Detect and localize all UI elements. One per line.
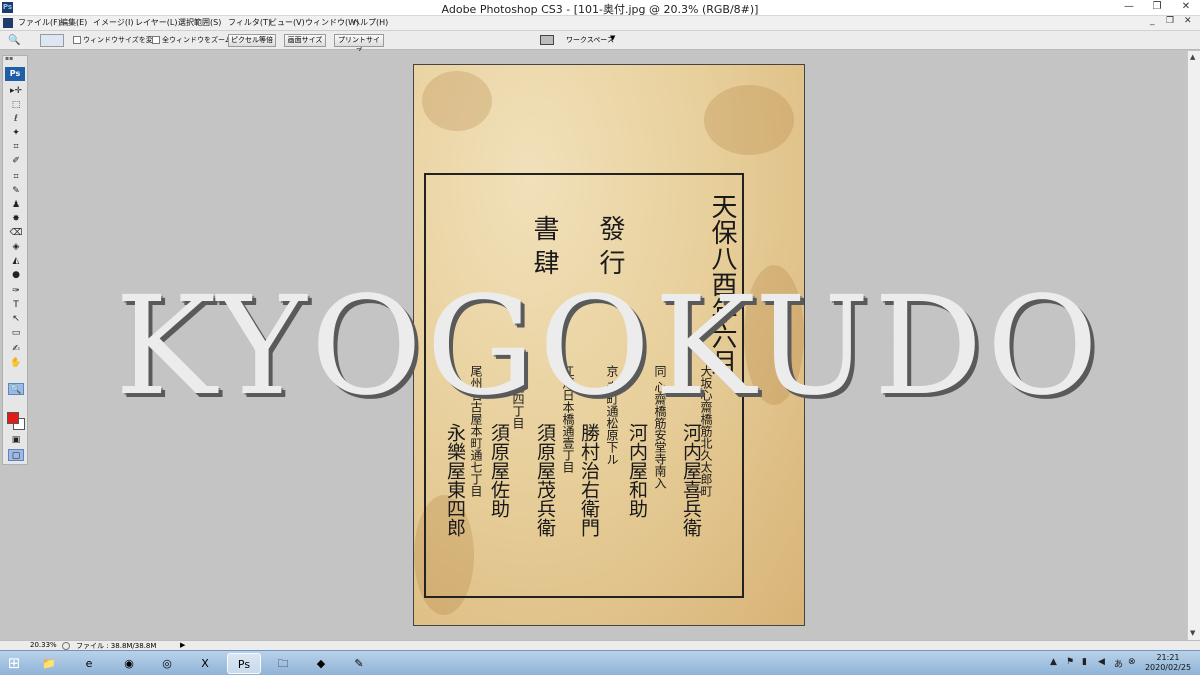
screen-mode-icon[interactable]: ▢ bbox=[8, 449, 24, 461]
taskbar-ie-icon[interactable]: e bbox=[72, 653, 106, 674]
eraser-tool[interactable]: ⌫ bbox=[8, 227, 24, 239]
title-bar: Ps Adobe Photoshop CS3 - [101-奥付.jpg @ 2… bbox=[0, 0, 1200, 16]
scroll-up-icon[interactable]: ▲ bbox=[1190, 53, 1195, 61]
resize-windows-checkbox[interactable] bbox=[73, 36, 81, 44]
zoom-level[interactable]: 20.33% bbox=[30, 641, 57, 649]
workspace-icon[interactable] bbox=[540, 35, 554, 45]
tray-ime-icon[interactable]: あ bbox=[1114, 657, 1123, 670]
menu-layer[interactable]: レイヤー(L) bbox=[135, 17, 177, 28]
zoom-in-out-toggle[interactable] bbox=[40, 34, 64, 47]
taskbar-clock[interactable]: 21:21 2020/02/25 bbox=[1140, 653, 1196, 673]
taskbar-photoshop-icon[interactable]: Ps bbox=[227, 653, 261, 674]
history-brush-tool[interactable]: ✸ bbox=[8, 213, 24, 225]
colophon-name-1: 河内屋喜兵衛 bbox=[680, 423, 702, 537]
clock-date: 2020/02/25 bbox=[1144, 663, 1192, 672]
zoom-tool[interactable]: 🔍 bbox=[8, 383, 24, 395]
doc-minimize-button[interactable]: _ bbox=[1150, 16, 1155, 26]
window-title: Adobe Photoshop CS3 - [101-奥付.jpg @ 20.3… bbox=[441, 3, 759, 16]
tray-clock-icon[interactable]: ⊗ bbox=[1128, 657, 1136, 667]
colophon-name-5: 須原屋佐助 bbox=[488, 423, 510, 518]
marquee-tool[interactable]: ⬚ bbox=[8, 99, 24, 111]
taskbar-excel-icon[interactable]: X bbox=[188, 653, 222, 674]
hand-tool[interactable]: ✋ bbox=[8, 357, 24, 369]
brush-tool[interactable]: ✎ bbox=[8, 185, 24, 197]
document-icon[interactable] bbox=[3, 18, 13, 28]
taskbar: ⊞ 📁 e ◉ ◎ X Ps 🗀 ◆ ✎ ▲ ⚑ ▮ ◀ あ ⊗ 21:21 2… bbox=[0, 650, 1200, 675]
chevron-down-icon[interactable]: ▼ bbox=[610, 34, 615, 42]
menu-image[interactable]: イメージ(I) bbox=[93, 17, 133, 28]
watermark-text: KYOGOKUDO bbox=[114, 268, 1103, 426]
paper-stain bbox=[422, 71, 492, 131]
photoshop-logo[interactable]: Ps bbox=[5, 67, 25, 81]
zoom-all-windows-label: 全ウィンドウをズーム bbox=[162, 36, 232, 44]
taskbar-chrome-alt-icon[interactable]: ◎ bbox=[150, 653, 184, 674]
status-menu-arrow-icon[interactable]: ▶ bbox=[180, 641, 185, 649]
colophon-name-2: 河内屋和助 bbox=[626, 423, 648, 518]
tray-volume-icon[interactable]: ◀ bbox=[1098, 657, 1105, 667]
slice-tool[interactable]: ✐ bbox=[8, 155, 24, 167]
vertical-scrollbar[interactable]: ▲ ▼ bbox=[1187, 51, 1200, 640]
dodge-tool[interactable]: ● bbox=[8, 269, 24, 281]
taskbar-explorer-icon[interactable]: 📁 bbox=[32, 653, 66, 674]
workspace-menu[interactable]: ワークスペース bbox=[566, 35, 614, 45]
colophon-name-4: 須原屋茂兵衛 bbox=[534, 423, 556, 537]
menu-bar: ファイル(F) 編集(E) イメージ(I) レイヤー(L) 選択範囲(S) フィ… bbox=[0, 16, 1200, 30]
options-bar: 🔍 ウィンドウサイズを変更 全ウィンドウをズーム ピクセル等倍 画面サイズ プリ… bbox=[0, 30, 1200, 55]
menu-select[interactable]: 選択範囲(S) bbox=[178, 17, 221, 28]
tray-flag-icon[interactable]: ⚑ bbox=[1066, 657, 1074, 667]
foreground-color-swatch[interactable] bbox=[7, 412, 19, 424]
minimize-button[interactable]: — bbox=[1118, 0, 1140, 16]
taskbar-app-icon[interactable]: ◆ bbox=[304, 653, 338, 674]
type-tool[interactable]: T bbox=[8, 299, 24, 311]
paper-stain bbox=[704, 85, 794, 155]
clock-time: 21:21 bbox=[1156, 653, 1180, 662]
maximize-button[interactable]: ❐ bbox=[1146, 0, 1168, 16]
menu-filter[interactable]: フィルタ(T) bbox=[228, 17, 271, 28]
gradient-tool[interactable]: ◈ bbox=[8, 241, 24, 253]
move-tool[interactable]: ▸✛ bbox=[8, 85, 24, 97]
tray-chevron-icon[interactable]: ▲ bbox=[1050, 657, 1057, 667]
lasso-tool[interactable]: ℓ bbox=[8, 113, 24, 125]
menu-edit[interactable]: 編集(E) bbox=[60, 17, 87, 28]
colophon-name-3: 勝村治右衛門 bbox=[578, 423, 600, 537]
menu-file[interactable]: ファイル(F) bbox=[18, 17, 61, 28]
menu-view[interactable]: ビュー(V) bbox=[269, 17, 305, 28]
close-button[interactable]: ✕ bbox=[1172, 0, 1200, 16]
doc-restore-button[interactable]: ❐ bbox=[1166, 16, 1174, 26]
stamp-tool[interactable]: ♟ bbox=[8, 199, 24, 211]
fit-screen-button[interactable]: 画面サイズ bbox=[284, 34, 326, 47]
scroll-down-icon[interactable]: ▼ bbox=[1190, 629, 1195, 637]
magic-wand-tool[interactable]: ✦ bbox=[8, 127, 24, 139]
zoom-tool-icon[interactable]: 🔍 bbox=[8, 35, 20, 46]
taskbar-folder-icon[interactable]: 🗀 bbox=[266, 653, 300, 674]
status-bar: 20.33% ファイル : 38.8M/38.8M ▶ bbox=[0, 640, 1200, 650]
taskbar-chrome-icon[interactable]: ◉ bbox=[112, 653, 146, 674]
healing-tool[interactable]: ⌗ bbox=[8, 171, 24, 183]
crop-tool[interactable]: ⌗ bbox=[8, 141, 24, 153]
quick-mask-icon[interactable]: ▣ bbox=[8, 434, 24, 446]
shape-tool[interactable]: ▭ bbox=[8, 327, 24, 339]
status-info-icon[interactable] bbox=[62, 642, 70, 650]
actual-pixels-button[interactable]: ピクセル等倍 bbox=[228, 34, 276, 47]
notes-tool[interactable]: ✍ bbox=[8, 343, 24, 355]
doc-close-button[interactable]: ✕ bbox=[1184, 16, 1192, 26]
colophon-shoshi: 書 肆 bbox=[529, 215, 559, 276]
resize-windows-label: ウィンドウサイズを変更 bbox=[83, 36, 160, 44]
print-size-button[interactable]: プリントサイズ bbox=[334, 34, 384, 55]
path-select-tool[interactable]: ↖ bbox=[8, 313, 24, 325]
blur-tool[interactable]: ◭ bbox=[8, 255, 24, 267]
pen-tool[interactable]: ✑ bbox=[8, 285, 24, 297]
menu-help[interactable]: ヘルプ(H) bbox=[352, 17, 388, 28]
colophon-name-6: 永樂屋東四郎 bbox=[444, 423, 466, 537]
taskbar-paint-icon[interactable]: ✎ bbox=[342, 653, 376, 674]
panel-grip[interactable]: ▪▪ bbox=[5, 56, 25, 62]
tray-network-icon[interactable]: ▮ bbox=[1082, 657, 1087, 667]
windows-start-icon[interactable]: ⊞ bbox=[4, 654, 24, 674]
toolbox-panel: ▪▪ Ps ▸✛ ⬚ ℓ ✦ ⌗ ✐ ⌗ ✎ ♟ ✸ ⌫ ◈ ◭ ● ✑ T ↖… bbox=[2, 55, 28, 465]
zoom-all-windows-checkbox[interactable] bbox=[152, 36, 160, 44]
colophon-publisher-heading: 發 行 bbox=[595, 215, 625, 276]
